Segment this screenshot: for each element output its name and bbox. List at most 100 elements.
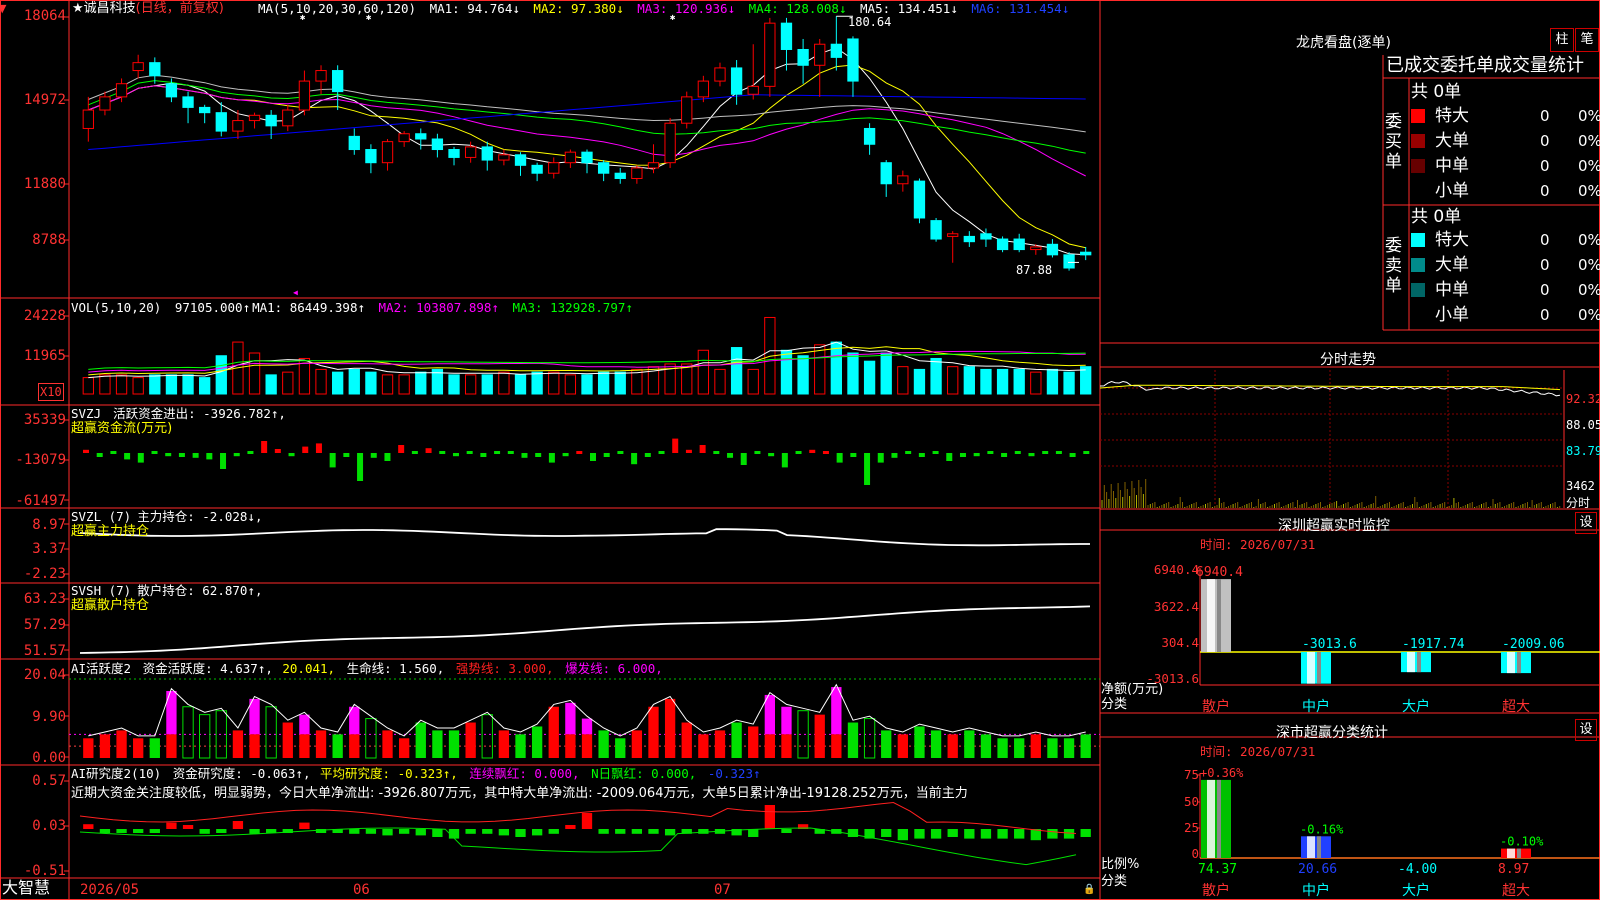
- svsh-header: SVSH (7) 散户持仓: 62.870↑,: [71, 583, 262, 599]
- szcy-bar: [1501, 652, 1531, 674]
- activity-bar: [664, 698, 676, 758]
- buy-row-color-swatch: [1411, 134, 1425, 148]
- scfl-change-label: -0.10%: [1500, 835, 1544, 849]
- volume-bar: [863, 360, 876, 395]
- activity-bar: [99, 734, 111, 758]
- flow-bar: [891, 453, 898, 458]
- activity-bar: [615, 738, 626, 758]
- volume-bar: [548, 371, 560, 395]
- szcy-bar-shade: [1217, 579, 1221, 652]
- price-high-label: 180.64: [848, 15, 892, 29]
- flow-bar: [1083, 451, 1090, 454]
- buy-orders-label: 委买单: [1385, 112, 1402, 172]
- volume-bar: [332, 371, 344, 395]
- fsz-axis-label: 88.05: [1566, 418, 1600, 432]
- buy-row-count: 0: [1540, 132, 1550, 150]
- volume-bar: [448, 374, 460, 395]
- sell-row-pct: 0%: [1578, 281, 1600, 299]
- volume-bar: [365, 371, 377, 395]
- candle-body: [947, 233, 959, 237]
- candle-body: [481, 146, 493, 161]
- research-bar: [349, 829, 360, 834]
- szcy-settings-button[interactable]: 设: [1575, 512, 1597, 534]
- volume-bar: [415, 371, 427, 395]
- scfl-axis-label: 25: [1184, 820, 1199, 835]
- szcy-bar: [1401, 652, 1431, 673]
- activity-bar: [498, 730, 510, 758]
- activity-bar: [265, 706, 277, 759]
- flow-bar: [864, 453, 871, 485]
- candle-body: [697, 80, 710, 98]
- candle-body: [797, 48, 809, 66]
- ma3-value: MA3: 120.936↓: [637, 1, 736, 16]
- scfl-settings-button[interactable]: 设: [1575, 719, 1597, 741]
- activity-bar: [980, 734, 992, 758]
- fsz-axis-label: 分时: [1566, 496, 1591, 510]
- stock-name[interactable]: 诚昌科技: [84, 1, 136, 16]
- vol-header: VOL(5,10,20) 97105.000↑ MA1: 86449.398↑ M…: [71, 300, 633, 316]
- bar-view-button[interactable]: 柱: [1550, 28, 1574, 52]
- research-bar: [847, 829, 859, 837]
- research-bar: [299, 822, 310, 829]
- volume-bar: [830, 341, 842, 395]
- stock-mode[interactable]: (日线，前复权): [136, 1, 224, 16]
- candle-body: [830, 43, 842, 58]
- flow-bar: [672, 438, 679, 453]
- activity-bar: [881, 730, 892, 758]
- scfl-bar: [1501, 848, 1531, 858]
- sell-row-count: 0: [1540, 306, 1550, 324]
- chart-canvas[interactable]: ✱ ✱ ✱◀6940.43622.4304.4-3013.66940.4散户-301…: [0, 0, 1600, 900]
- fsz-axis-label: 3462: [1566, 479, 1595, 493]
- volume-bar: [514, 374, 527, 395]
- tick-view-button[interactable]: 笔: [1575, 28, 1599, 52]
- scfl-category-label: 散户: [1202, 882, 1230, 899]
- flow-bar: [685, 449, 692, 453]
- ma1-value: MA1: 94.764↓: [429, 1, 520, 16]
- volume-bar: [880, 352, 892, 395]
- activity-bar: [814, 714, 825, 758]
- research-bar: [249, 829, 260, 834]
- scfl-category-label: 超大: [1502, 883, 1530, 899]
- research-bar: [232, 821, 244, 829]
- lock-icon[interactable]: 🔒: [1083, 882, 1095, 898]
- research-bar: [99, 829, 111, 833]
- flow-bar: [96, 453, 103, 457]
- candle-body: [115, 83, 128, 98]
- szcy-bar: [1301, 652, 1331, 684]
- flow-bar: [713, 451, 720, 454]
- research-bar: [565, 825, 576, 829]
- volume-bar: [149, 374, 161, 395]
- scfl-bar: [1201, 779, 1231, 858]
- activity-bar: [631, 730, 643, 758]
- svzl-line: [79, 528, 1090, 547]
- ma4-value: MA4: 128.008↓: [748, 1, 847, 16]
- candle-body: [980, 233, 992, 240]
- candle-body: [664, 122, 676, 164]
- svsh-subtitle: 超赢散户持仓: [71, 598, 150, 613]
- flow-bar: [1014, 451, 1021, 454]
- szcy-bar-shade: [1517, 652, 1521, 674]
- svzj-params: SVZJ: [71, 406, 102, 421]
- candle-body: [996, 238, 1009, 251]
- favorite-star-icon[interactable]: ★: [72, 1, 84, 16]
- flow-bar: [233, 453, 240, 457]
- research-bar: [465, 829, 476, 834]
- activity-bar: [1030, 734, 1041, 758]
- activity-bar: [481, 714, 493, 759]
- vol-ma1: MA1: 86449.398↑: [252, 300, 365, 315]
- activity-bar: [116, 730, 127, 758]
- activity-bar: [714, 730, 726, 758]
- flow-bar: [439, 451, 446, 454]
- svzl-axis-label: -2.23: [23, 566, 66, 582]
- research-bar: [415, 829, 426, 836]
- volume-bar: [398, 374, 410, 395]
- volume-bar: [996, 368, 1009, 395]
- scfl-time: 时间: 2026/07/31: [1200, 744, 1316, 759]
- candle-body: [1063, 254, 1075, 269]
- candle-body: [215, 112, 227, 132]
- scfl-value-label: -4.00: [1398, 862, 1437, 877]
- flow-bar: [357, 453, 364, 481]
- volume-bar: [681, 363, 693, 395]
- candle-body: [564, 151, 577, 164]
- research-bar: [897, 829, 908, 841]
